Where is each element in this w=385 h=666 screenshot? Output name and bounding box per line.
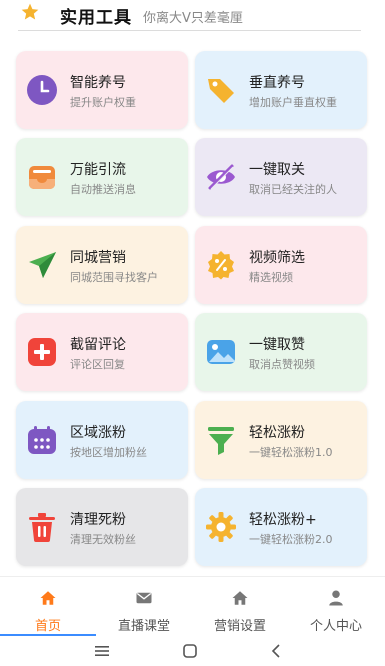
tab-home[interactable]: 首页	[0, 577, 96, 637]
funnel-icon	[208, 427, 234, 455]
card-title: 同城营销	[70, 250, 126, 266]
tool-card-video-filter[interactable]: 视频筛选 精选视频	[195, 226, 367, 304]
tab-profile[interactable]: 个人中心	[288, 577, 384, 637]
tool-card-universal-traffic[interactable]: 万能引流 自动推送消息	[16, 138, 188, 216]
card-title: 截留评论	[70, 337, 126, 353]
discount-icon	[208, 251, 234, 280]
card-title: 一键取赞	[249, 337, 305, 353]
eye-off-icon	[207, 164, 235, 190]
card-title: 万能引流	[70, 162, 126, 178]
tab-label: 营销设置	[213, 619, 266, 634]
card-description: 增加账户垂直权重	[249, 96, 337, 109]
tool-card-smart-nurture[interactable]: 智能养号 提升账户权重	[16, 51, 188, 129]
menu-icon[interactable]	[94, 644, 110, 658]
page-title: 实用工具	[60, 8, 132, 28]
card-title: 轻松涨粉	[249, 425, 305, 441]
card-title: 清理死粉	[70, 512, 126, 528]
tool-card-comment-intercept[interactable]: 截留评论 评论区回复	[16, 313, 188, 391]
tool-card-unlike[interactable]: 一键取赞 取消点赞视频	[195, 313, 367, 391]
image-icon	[207, 340, 235, 364]
card-description: 提升账户权重	[70, 96, 136, 109]
inbox-icon	[29, 166, 55, 189]
home-icon	[40, 591, 56, 605]
tool-card-unfollow[interactable]: 一键取关 取消已经关注的人	[195, 138, 367, 216]
home-square-icon[interactable]	[182, 644, 198, 658]
card-description: 评论区回复	[70, 358, 125, 371]
page-subtitle: 你离大V只差毫厘	[143, 11, 243, 26]
calendar-icon	[28, 426, 56, 454]
tool-card-regional-growth[interactable]: 区域涨粉 按地区增加粉丝	[16, 401, 188, 479]
tab-label: 个人中心	[309, 619, 362, 634]
mail-icon	[136, 592, 152, 604]
tool-card-easy-growth-plus[interactable]: 轻松涨粉+ 一键轻松涨粉2.0	[195, 488, 367, 566]
active-tab-indicator	[0, 634, 96, 636]
card-description: 清理无效粉丝	[70, 533, 136, 546]
tab-label: 首页	[34, 619, 61, 634]
tool-card-clean-dead-fans[interactable]: 清理死粉 清理无效粉丝	[16, 488, 188, 566]
card-description: 一键轻松涨粉1.0	[249, 446, 333, 459]
gear-icon	[206, 512, 236, 542]
tab-label: 直播课堂	[117, 619, 170, 634]
card-description: 取消已经关注的人	[249, 183, 337, 196]
back-icon[interactable]	[270, 644, 284, 658]
card-title: 智能养号	[70, 75, 126, 91]
plus-box-icon	[28, 338, 56, 366]
tool-card-easy-growth[interactable]: 轻松涨粉 一键轻松涨粉1.0	[195, 401, 367, 479]
card-description: 自动推送消息	[70, 183, 136, 196]
clock-icon	[27, 75, 57, 105]
card-description: 精选视频	[249, 271, 293, 284]
card-title: 一键取关	[249, 162, 305, 178]
card-description: 同城范围寻找客户	[70, 271, 158, 284]
page-header: 实用工具 你离大V只差毫厘	[0, 0, 385, 34]
tag-icon	[208, 79, 234, 103]
send-icon	[29, 252, 56, 278]
trash-icon	[29, 513, 55, 542]
system-navigation-bar	[0, 638, 385, 666]
card-description: 一键轻松涨粉2.0	[249, 533, 333, 546]
card-title: 视频筛选	[249, 250, 305, 266]
card-description: 按地区增加粉丝	[70, 446, 147, 459]
card-title: 轻松涨粉+	[249, 512, 317, 528]
star-icon	[21, 3, 39, 20]
tool-card-vertical-nurture[interactable]: 垂直养号 增加账户垂直权重	[195, 51, 367, 129]
home-icon	[232, 591, 248, 605]
user-icon	[329, 590, 343, 606]
tool-card-local-marketing[interactable]: 同城营销 同城范围寻找客户	[16, 226, 188, 304]
card-description: 取消点赞视频	[249, 358, 315, 371]
card-title: 区域涨粉	[70, 425, 126, 441]
tab-marketing-settings[interactable]: 营销设置	[192, 577, 288, 637]
bottom-tab-bar: 首页 直播课堂 营销设置 个人中心	[0, 576, 385, 636]
header-divider	[18, 30, 361, 31]
card-title: 垂直养号	[249, 75, 305, 91]
tab-live-class[interactable]: 直播课堂	[96, 577, 192, 637]
